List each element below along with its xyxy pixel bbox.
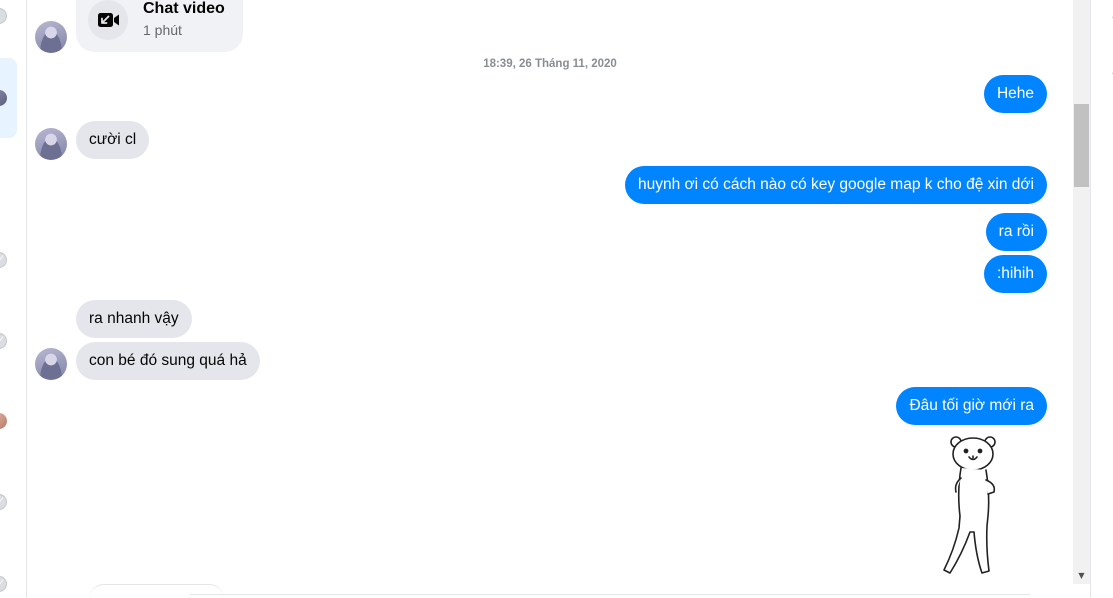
scroll-down-arrow-icon[interactable]: ▼: [1073, 571, 1090, 580]
bear-sticker[interactable]: [932, 432, 1012, 578]
call-duration: 1 phút: [143, 22, 182, 38]
message-bubble-incoming[interactable]: cười cl: [76, 121, 150, 159]
seen-check-icon[interactable]: [0, 576, 7, 592]
message-bubble-outgoing[interactable]: huynh ơi có cách nào có key google map k…: [624, 166, 1047, 204]
conversation-avatar-icon[interactable]: [0, 413, 7, 429]
thread-scrollbar[interactable]: ▼: [1073, 0, 1090, 584]
message-bubble-incoming[interactable]: ra nhanh vậy: [76, 300, 192, 338]
contact-avatar[interactable]: [35, 128, 67, 160]
thread-timestamp: 18:39, 26 Tháng 11, 2020: [483, 58, 617, 70]
composer-border: [190, 594, 1030, 598]
seen-check-icon[interactable]: [0, 252, 7, 268]
contact-avatar[interactable]: [35, 21, 67, 53]
message-thread: Chat video 1 phút 18:39, 26 Tháng 11, 20…: [27, 0, 1073, 598]
message-bubble-outgoing[interactable]: Đâu tối giờ mới ra: [896, 387, 1047, 425]
message-bubble-incoming[interactable]: con bé đó sung quá hả: [76, 342, 260, 380]
message-bubble-outgoing[interactable]: ra rồi: [985, 213, 1047, 251]
message-bubble-outgoing[interactable]: :hihih: [983, 255, 1047, 293]
call-title: Chat video: [143, 0, 225, 17]
conversation-rail: [0, 0, 27, 598]
scrollbar-thumb[interactable]: [1074, 104, 1089, 187]
video-call-card[interactable]: Chat video 1 phút: [76, 0, 243, 52]
message-bubble-outgoing[interactable]: Hehe: [983, 75, 1047, 113]
conversation-avatar-icon[interactable]: [0, 8, 7, 24]
info-pane: ◦ ◦: [1090, 0, 1113, 598]
contact-avatar[interactable]: [35, 348, 67, 380]
video-call-icon: [88, 0, 128, 40]
seen-check-icon[interactable]: [0, 333, 7, 349]
seen-check-icon[interactable]: [0, 494, 7, 510]
